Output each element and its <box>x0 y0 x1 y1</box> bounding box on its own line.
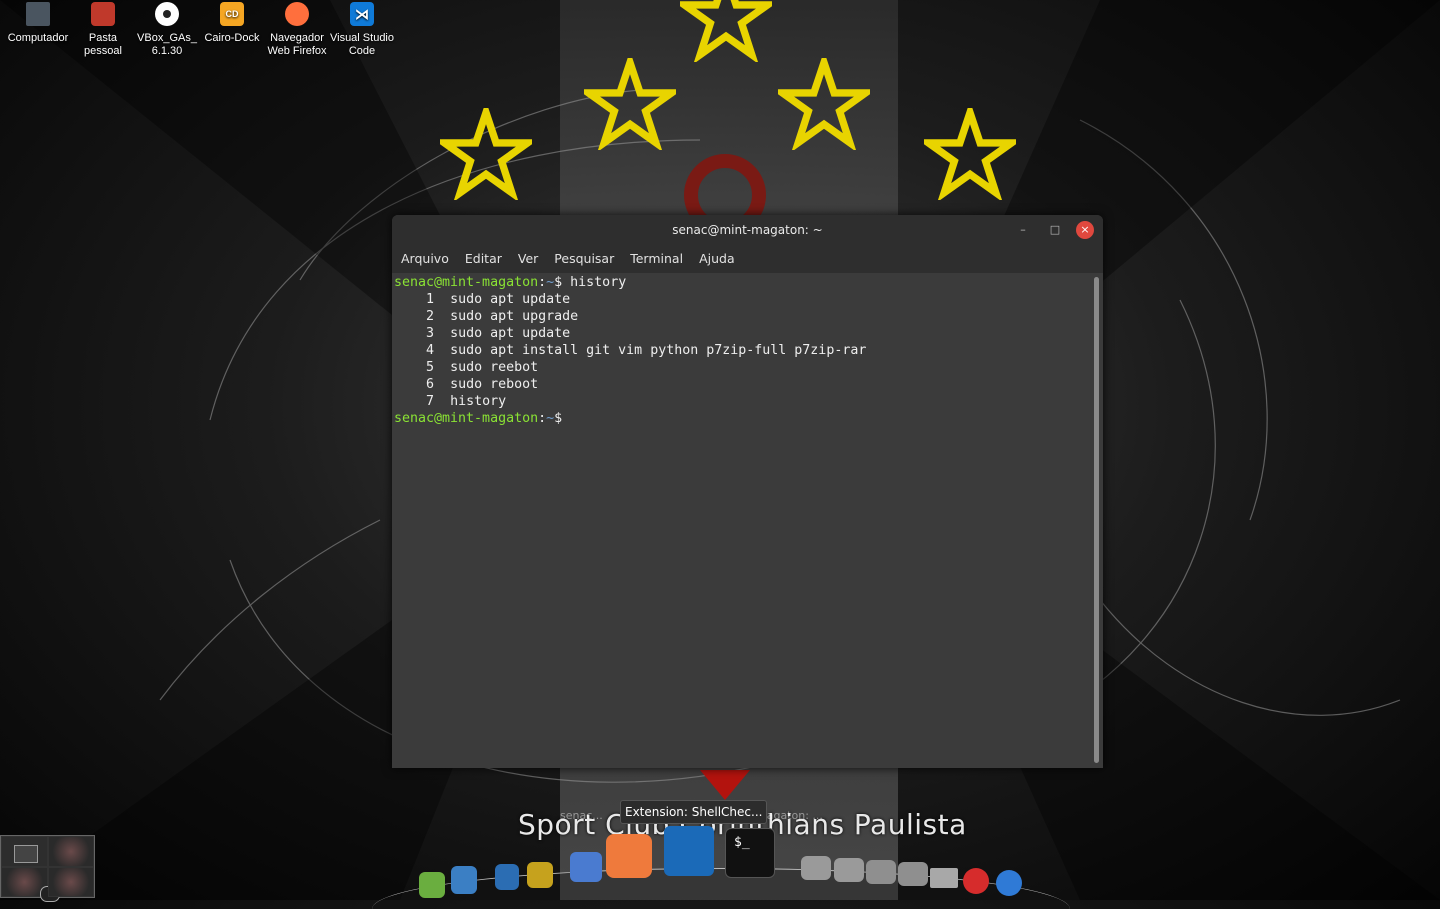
downloads-folder-icon[interactable] <box>898 862 928 886</box>
folder-icon[interactable] <box>801 856 831 880</box>
prompt-user: senac@mint-magaton <box>394 275 539 290</box>
terminal-output[interactable]: senac@mint-magaton:~$ history 1 sudo apt… <box>392 273 1092 768</box>
home-folder-icon <box>91 2 115 26</box>
history-command: sudo apt update <box>450 292 571 307</box>
menu-arquivo[interactable]: Arquivo <box>395 245 455 273</box>
prompt-path: ~ <box>546 411 555 426</box>
close-button[interactable]: × <box>1076 221 1094 239</box>
history-line: 6 sudo reboot <box>394 376 1092 393</box>
menu-editar[interactable]: Editar <box>459 245 508 273</box>
history-number: 2 <box>426 309 435 324</box>
dock-tooltip: Extension: ShellChec... <box>620 800 768 824</box>
prompt-line: senac@mint-magaton:~$ <box>394 410 1092 427</box>
history-number: 5 <box>426 360 435 375</box>
text-editor-icon[interactable] <box>495 864 519 890</box>
desktop-icon-computer[interactable]: Computador <box>5 0 71 45</box>
menu-pesquisar[interactable]: Pesquisar <box>548 245 620 273</box>
history-command: sudo reebot <box>450 360 539 375</box>
workspace-1[interactable] <box>1 836 48 867</box>
desktop-icon-cairo-dock[interactable]: CD Cairo-Dock <box>199 0 265 45</box>
history-number: 4 <box>426 343 435 358</box>
menu-bar: Arquivo Editar Ver Pesquisar Terminal Aj… <box>392 245 1103 273</box>
history-line: 7 history <box>394 393 1092 410</box>
history-folder-icon[interactable] <box>866 860 896 884</box>
history-line: 1 sudo apt update <box>394 291 1092 308</box>
prompt-user: senac@mint-magaton <box>394 411 539 426</box>
wallpaper-star <box>924 108 1016 200</box>
wallpaper-star <box>440 108 532 200</box>
workspace-4[interactable] <box>47 866 94 897</box>
window-title: senac@mint-magaton: ~ <box>672 223 823 237</box>
desktop-icon-label: Pasta pessoal <box>84 32 122 57</box>
history-command: sudo apt upgrade <box>450 309 579 324</box>
typed-command: history <box>562 275 627 290</box>
desktop-icon-label: Cairo-Dock <box>204 32 260 44</box>
terminal-thumbnail-icon <box>14 845 38 863</box>
workspace-3[interactable]: 1 <box>1 866 60 902</box>
power-icon[interactable] <box>963 868 989 894</box>
terminal-window[interactable]: senac@mint-magaton: ~ – □ × Arquivo Edit… <box>392 215 1103 768</box>
vscode-icon[interactable] <box>664 826 714 876</box>
wallpaper-logo-heart <box>700 770 750 800</box>
history-number: 3 <box>426 326 435 341</box>
folder-icon[interactable] <box>834 858 864 882</box>
computer-icon <box>26 2 50 26</box>
desktop-icon-label: Visual Studio Code <box>329 32 394 57</box>
workspace-2[interactable] <box>47 836 94 867</box>
minimize-button[interactable]: – <box>1010 215 1036 245</box>
desktop-icon-home-folder[interactable]: Pasta pessoal <box>70 0 136 58</box>
mint-menu-icon[interactable] <box>419 872 445 898</box>
menu-ajuda[interactable]: Ajuda <box>693 245 741 273</box>
history-line: 3 sudo apt update <box>394 325 1092 342</box>
history-number: 6 <box>426 377 435 392</box>
history-command: sudo apt install git vim python p7zip-fu… <box>450 343 867 358</box>
vscode-icon: ⋊ <box>350 2 374 26</box>
maximize-button[interactable]: □ <box>1042 215 1068 245</box>
firefox-icon <box>285 2 309 26</box>
prompt-line: senac@mint-magaton:~$ history <box>394 274 1092 291</box>
desktop-icon-label: VBox_GAs_ 6.1.30 <box>137 32 197 57</box>
desktop-icon-label: Computador <box>7 32 69 44</box>
history-line: 4 sudo apt install git vim python p7zip-… <box>394 342 1092 359</box>
firefox-icon[interactable] <box>606 834 652 878</box>
accessibility-icon[interactable] <box>996 870 1022 896</box>
workspace-switcher[interactable]: 1 <box>0 835 95 902</box>
history-command: sudo apt update <box>450 326 571 341</box>
prompt-path: ~ <box>546 275 555 290</box>
prompt-symbol: $ <box>554 275 563 290</box>
history-line: 2 sudo apt upgrade <box>394 308 1092 325</box>
terminal-titlebar[interactable]: senac@mint-magaton: ~ – □ × <box>392 215 1103 245</box>
update-manager-icon[interactable] <box>451 866 477 894</box>
disc-icon <box>155 2 179 26</box>
wallpaper-star <box>680 0 772 62</box>
menu-terminal[interactable]: Terminal <box>624 245 689 273</box>
prompt-separator: : <box>538 411 547 426</box>
desktop-icon-vbox-disc[interactable]: VBox_GAs_ 6.1.30 <box>134 0 200 58</box>
menu-ver[interactable]: Ver <box>512 245 544 273</box>
cairo-dock-icon: CD <box>220 2 244 26</box>
dock-ghost-label: senac... <box>560 809 603 822</box>
wallpaper-star <box>778 58 870 150</box>
prompt-separator: : <box>538 275 547 290</box>
desktop-icon-label: Navegador Web Firefox <box>267 32 327 57</box>
prompt-symbol: $ <box>554 411 563 426</box>
desktop-icon-firefox[interactable]: Navegador Web Firefox <box>264 0 330 58</box>
image-viewer-icon[interactable] <box>527 862 553 888</box>
history-command: history <box>450 394 507 409</box>
terminal-scrollbar[interactable] <box>1094 277 1099 763</box>
wallpaper-star <box>584 58 676 150</box>
history-number: 7 <box>426 394 435 409</box>
history-number: 1 <box>426 292 435 307</box>
mail-icon[interactable] <box>570 852 602 882</box>
history-command: sudo reboot <box>450 377 539 392</box>
terminal-icon[interactable]: $_ <box>725 828 775 878</box>
trash-icon[interactable] <box>930 868 958 888</box>
desktop-icon-vscode[interactable]: ⋊ Visual Studio Code <box>329 0 395 58</box>
history-line: 5 sudo reebot <box>394 359 1092 376</box>
